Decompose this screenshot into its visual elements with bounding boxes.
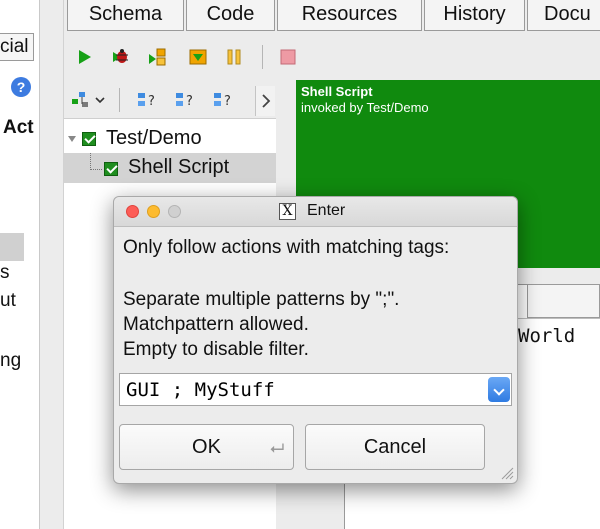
run-toolbar [64, 40, 344, 74]
tag-filter-dialog: X Enter Only follow actions with matchin… [113, 196, 518, 484]
dropdown-arrow-icon[interactable] [95, 96, 105, 104]
left-text-fragment: ng [0, 350, 22, 371]
tab-documentation[interactable]: Docu [527, 0, 600, 31]
resize-grip-icon[interactable] [498, 464, 514, 480]
enter-key-icon: ⮠ [270, 438, 285, 458]
dialog-prompt: Only follow actions with matching tags: [123, 237, 450, 258]
dialog-help-line: Empty to disable filter. [123, 339, 309, 360]
tag-filter-combobox [119, 373, 512, 406]
dialog-help-line: Separate multiple patterns by ";". [123, 289, 400, 310]
script-code-text: World [518, 325, 576, 347]
stop-icon[interactable] [278, 47, 298, 67]
detail-tab[interactable] [528, 284, 600, 318]
tab-schema[interactable]: Schema [67, 0, 184, 31]
step-icon[interactable] [147, 47, 167, 67]
checkbox-checked-icon[interactable] [104, 162, 118, 176]
close-window-icon[interactable] [126, 205, 139, 218]
ok-button-label: OK [192, 435, 221, 458]
svg-text:?: ? [148, 94, 155, 109]
expand-arrow-icon[interactable] [67, 135, 77, 143]
zoom-window-icon [168, 205, 181, 218]
left-pane: cial ? Act s ut ng [0, 0, 40, 529]
toolbar-overflow[interactable] [255, 86, 275, 116]
dialog-titlebar[interactable]: X Enter [114, 197, 517, 227]
find-prev-icon[interactable]: ? [212, 90, 236, 110]
tab-resources[interactable]: Resources [277, 0, 422, 31]
tree-add-icon[interactable] [70, 90, 90, 110]
svg-text:?: ? [186, 94, 193, 109]
left-text-fragment: ut [0, 290, 16, 311]
ok-button[interactable]: OK ⮠ [119, 424, 294, 470]
toolbar-separator [262, 45, 263, 69]
dialog-help-line: Matchpattern allowed. [123, 314, 309, 335]
tree-connector [90, 153, 91, 170]
left-text-fragment: s [0, 262, 10, 283]
detail-tabs [516, 284, 600, 320]
tree-item-label: Test/Demo [106, 127, 202, 149]
tag-filter-input[interactable] [120, 374, 488, 405]
find-icon[interactable]: ? [136, 90, 160, 110]
toolbar-separator [119, 88, 120, 112]
left-tab-fragment[interactable]: cial [0, 33, 34, 61]
splitter[interactable] [40, 0, 64, 529]
left-selected-row[interactable] [0, 233, 24, 261]
step-out-icon[interactable] [188, 47, 208, 67]
tab-history[interactable]: History [424, 0, 525, 31]
svg-text:?: ? [224, 94, 231, 109]
tree-item-test-demo[interactable]: Test/Demo [64, 124, 276, 154]
find-next-icon[interactable]: ? [174, 90, 198, 110]
tree-item-label: Shell Script [128, 156, 230, 178]
tree-toolbar: ? ? ? [64, 84, 276, 116]
left-act-fragment: Act [3, 117, 34, 138]
tab-bar: Schema Code Resources History Docu [64, 0, 600, 33]
node-title: Shell Script [301, 84, 373, 99]
tree-connector [90, 169, 102, 170]
pause-icon[interactable] [224, 47, 244, 67]
x11-app-icon: X [279, 203, 296, 220]
node-subtitle: invoked by Test/Demo [301, 100, 429, 115]
minimize-window-icon[interactable] [147, 205, 160, 218]
play-icon[interactable] [74, 47, 94, 67]
debug-bug-icon[interactable] [109, 47, 129, 67]
checkbox-checked-icon[interactable] [82, 132, 96, 146]
tree-item-shell-script[interactable]: Shell Script [64, 153, 276, 183]
chevron-right-icon [262, 94, 271, 108]
tab-code[interactable]: Code [186, 0, 275, 31]
help-icon[interactable]: ? [11, 77, 31, 97]
dialog-title: Enter [307, 202, 346, 219]
cancel-button[interactable]: Cancel [305, 424, 485, 470]
dropdown-chevron-icon[interactable] [488, 377, 510, 402]
